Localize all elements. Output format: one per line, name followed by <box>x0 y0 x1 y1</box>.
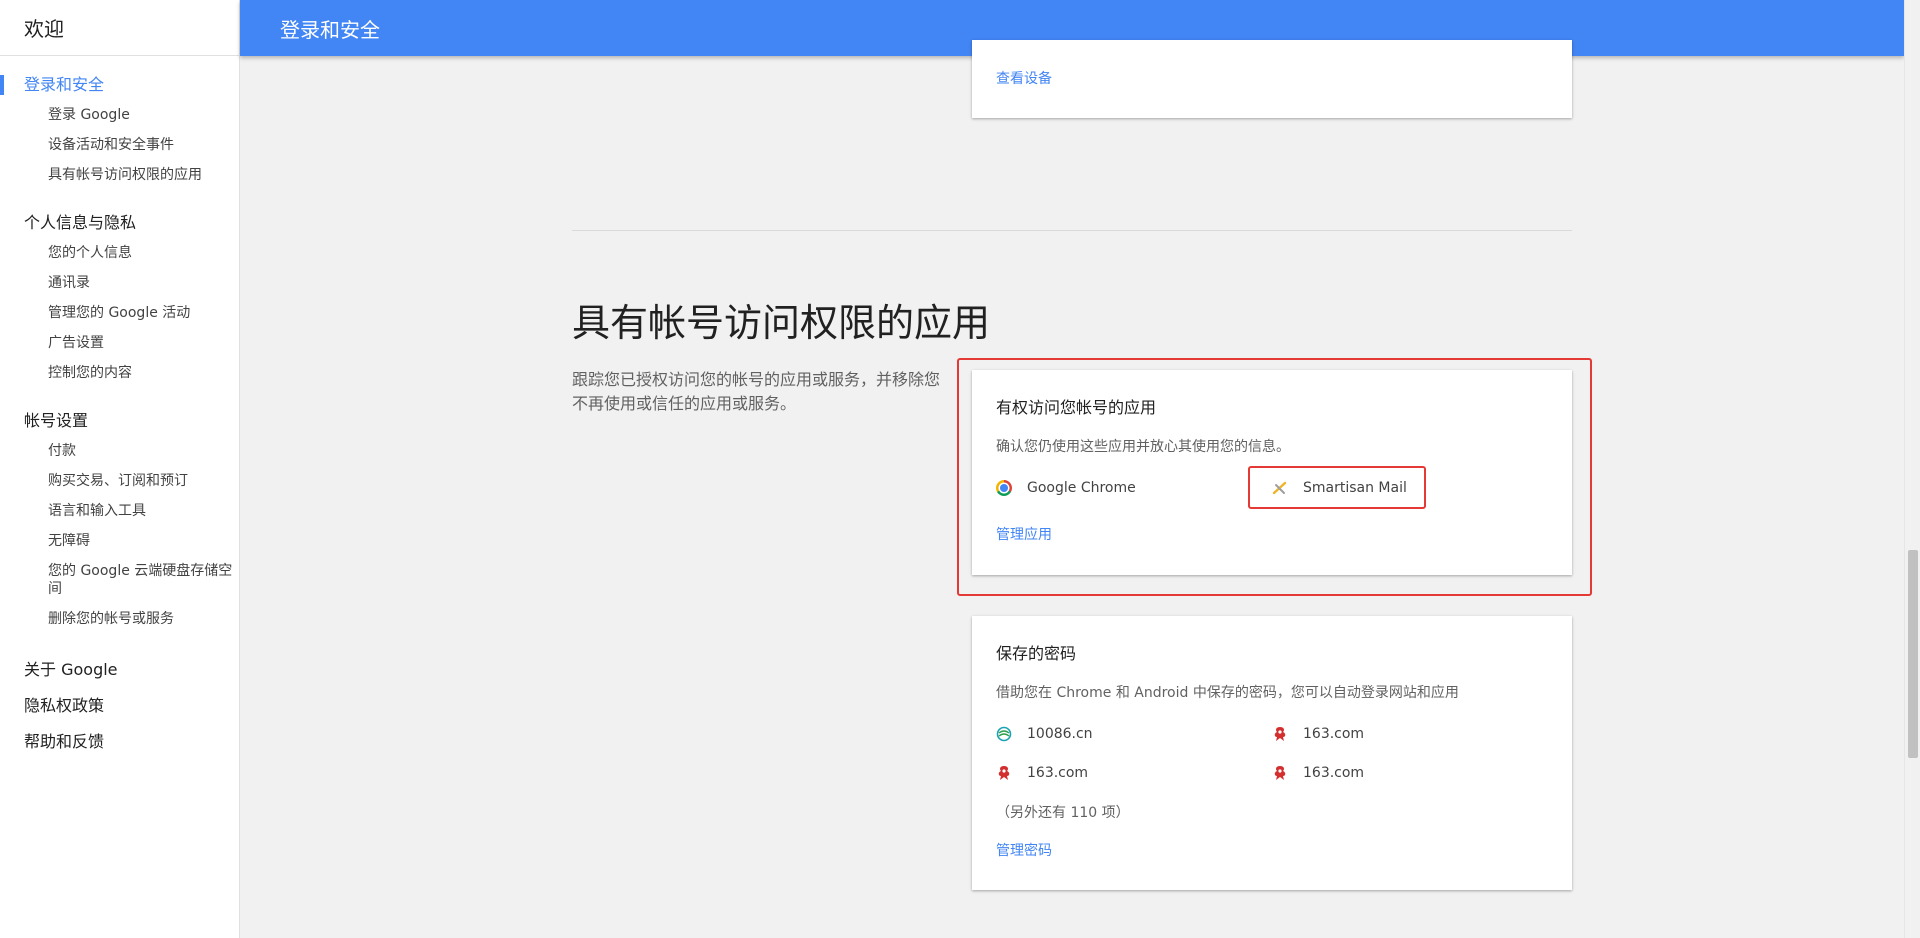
nav-section-account: 帐号设置 付款 购买交易、订阅和预订 语言和输入工具 无障碍 您的 Google… <box>0 406 239 634</box>
china-mobile-icon <box>996 726 1012 742</box>
section-description: 跟踪您已授权访问您的帐号的应用或服务，并移除您不再使用或信任的应用或服务。 <box>572 370 941 413</box>
nav-item-contacts[interactable]: 通讯录 <box>0 268 239 298</box>
nav-item-delete-account[interactable]: 删除您的帐号或服务 <box>0 604 239 634</box>
netease-icon <box>1272 726 1288 742</box>
section-title: 具有帐号访问权限的应用 <box>572 301 991 345</box>
site-name: 163.com <box>1303 765 1365 781</box>
nav-item-signin-google[interactable]: 登录 Google <box>0 100 239 130</box>
sidebar-nav: 登录和安全 登录 Google 设备活动和安全事件 具有帐号访问权限的应用 个人… <box>0 56 239 760</box>
saved-passwords-card: 保存的密码 借助您在 Chrome 和 Android 中保存的密码，您可以自动… <box>972 616 1572 890</box>
view-devices-link[interactable]: 查看设备 <box>996 68 1052 88</box>
nav-item-ad-settings[interactable]: 广告设置 <box>0 328 239 358</box>
nav-item-google-activity[interactable]: 管理您的 Google 活动 <box>0 298 239 328</box>
devices-card: 查看设备 <box>972 40 1572 118</box>
nav-item-purchases[interactable]: 购买交易、订阅和预订 <box>0 466 239 496</box>
nav-item-connected-apps[interactable]: 具有帐号访问权限的应用 <box>0 160 239 190</box>
page-title: 登录和安全 <box>280 17 380 42</box>
section-divider <box>572 230 1572 231</box>
nav-item-personal-info[interactable]: 您的个人信息 <box>0 238 239 268</box>
nav-item-security[interactable]: 登录和安全 <box>0 70 239 100</box>
netease-icon <box>996 765 1012 781</box>
sidebar-header: 欢迎 <box>0 0 239 56</box>
nav-section-privacy: 个人信息与隐私 您的个人信息 通讯录 管理您的 Google 活动 广告设置 控… <box>0 208 239 388</box>
nav-item-control-content[interactable]: 控制您的内容 <box>0 358 239 388</box>
nav-item-help-feedback[interactable]: 帮助和反馈 <box>0 724 239 760</box>
more-passwords-count: （另外还有 110 项） <box>996 805 1130 821</box>
sidebar: 欢迎 登录和安全 登录 Google 设备活动和安全事件 具有帐号访问权限的应用… <box>0 0 240 938</box>
nav-footer: 关于 Google 隐私权政策 帮助和反馈 <box>0 652 239 760</box>
nav-item-device-activity[interactable]: 设备活动和安全事件 <box>0 130 239 160</box>
smartisan-mail-highlight-box <box>1248 466 1426 509</box>
netease-icon <box>1272 765 1288 781</box>
site-name: 163.com <box>1303 726 1365 742</box>
nav-item-privacy-policy[interactable]: 隐私权政策 <box>0 688 239 724</box>
nav-item-payments[interactable]: 付款 <box>0 436 239 466</box>
nav-item-accessibility[interactable]: 无障碍 <box>0 526 239 556</box>
nav-item-drive-storage[interactable]: 您的 Google 云端硬盘存储空间 <box>0 556 239 604</box>
nav-item-account-settings[interactable]: 帐号设置 <box>0 406 239 436</box>
nav-item-privacy[interactable]: 个人信息与隐私 <box>0 208 239 238</box>
password-site-item[interactable]: 10086.cn <box>996 722 1093 746</box>
nav-item-language[interactable]: 语言和输入工具 <box>0 496 239 526</box>
scrollbar-thumb[interactable] <box>1908 550 1918 758</box>
password-site-item[interactable]: 163.com <box>1272 722 1364 746</box>
page-scrollbar[interactable] <box>1904 0 1920 938</box>
site-name: 10086.cn <box>1027 726 1093 742</box>
passwords-card-description: 借助您在 Chrome 和 Android 中保存的密码，您可以自动登录网站和应… <box>996 685 1459 701</box>
passwords-card-title: 保存的密码 <box>996 644 1077 663</box>
password-site-item[interactable]: 163.com <box>996 761 1088 785</box>
manage-passwords-link[interactable]: 管理密码 <box>996 840 1052 860</box>
password-site-item[interactable]: 163.com <box>1272 761 1364 785</box>
nav-section-security: 登录和安全 登录 Google 设备活动和安全事件 具有帐号访问权限的应用 <box>0 70 239 190</box>
nav-item-about-google[interactable]: 关于 Google <box>0 652 239 688</box>
site-name: 163.com <box>1027 765 1089 781</box>
